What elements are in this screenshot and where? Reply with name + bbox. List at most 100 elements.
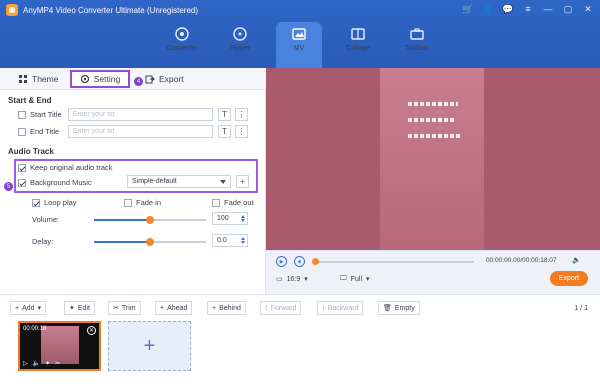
minimize-icon[interactable]: — bbox=[542, 3, 554, 15]
forward-button[interactable]: ⟨ Forward bbox=[260, 301, 302, 315]
background-music-row: Background Music bbox=[18, 178, 92, 187]
fade-in-row: Fade in bbox=[124, 198, 161, 207]
delay-slider[interactable] bbox=[94, 238, 206, 246]
music-select-value: Simple-default bbox=[132, 178, 177, 185]
nav-ripper[interactable]: Ripper bbox=[217, 22, 263, 66]
end-title-grid-button[interactable]: ⋮ bbox=[235, 125, 248, 138]
clip-play-icon[interactable]: ▷ bbox=[23, 360, 28, 367]
backward-button[interactable]: ⟩ Backward bbox=[317, 301, 364, 315]
clip-remove-icon[interactable]: ✕ bbox=[87, 326, 96, 335]
end-title-checkbox[interactable] bbox=[18, 127, 26, 136]
clip-audio-icon[interactable]: 🔈 bbox=[33, 360, 40, 367]
ahead-button[interactable]: + Ahead bbox=[155, 301, 193, 315]
monitor-icon: 🖵 bbox=[340, 275, 347, 282]
behind-icon: + bbox=[212, 304, 217, 312]
nav-collage[interactable]: Collage bbox=[335, 22, 381, 66]
close-icon[interactable]: ✕ bbox=[582, 3, 594, 15]
export-button[interactable]: Export bbox=[550, 271, 588, 286]
start-title-input[interactable]: Enter your txt bbox=[68, 108, 213, 121]
delay-spinner[interactable]: 0.0 bbox=[212, 234, 248, 247]
zoom-select[interactable]: 🖵 Full ▾ bbox=[340, 275, 370, 283]
nav-converter-label: Converter bbox=[166, 45, 198, 52]
add-button-label: Add bbox=[22, 304, 35, 312]
fade-in-checkbox[interactable] bbox=[124, 198, 132, 207]
trash-icon: 🗑 bbox=[383, 305, 392, 312]
volume-slider-knob[interactable] bbox=[146, 216, 154, 224]
maximize-icon[interactable]: ▢ bbox=[562, 3, 574, 15]
edit-button[interactable]: ✦ Edit bbox=[64, 301, 95, 315]
edit-button-label: Edit bbox=[77, 304, 90, 312]
delay-down-icon[interactable] bbox=[241, 241, 245, 244]
menu-icon[interactable]: ≡ bbox=[522, 3, 534, 15]
nav-toolbox[interactable]: Toolbox bbox=[394, 22, 440, 66]
tab-theme[interactable]: Theme bbox=[18, 70, 58, 88]
mv-icon bbox=[292, 28, 306, 40]
zoom-value: Full bbox=[350, 275, 363, 283]
delay-slider-knob[interactable] bbox=[146, 238, 154, 246]
bead-text-row-3 bbox=[408, 134, 460, 138]
volume-icon[interactable]: 🔈 bbox=[572, 256, 581, 264]
progress-knob[interactable] bbox=[312, 258, 319, 265]
volume-up-icon[interactable] bbox=[241, 215, 245, 218]
main-nav: Converter Ripper MV Collage Toolbox bbox=[0, 20, 600, 68]
start-title-font-button[interactable]: T bbox=[218, 108, 231, 121]
nav-mv[interactable]: MV bbox=[276, 22, 322, 68]
volume-spinner[interactable]: 100 bbox=[212, 212, 248, 225]
add-button[interactable]: + Add ▾ bbox=[10, 301, 47, 315]
keep-original-checkbox[interactable] bbox=[18, 163, 26, 172]
background-music-label: Background Music bbox=[30, 178, 92, 187]
nav-toolbox-label: Toolbox bbox=[404, 45, 430, 52]
progress-bar[interactable] bbox=[312, 258, 474, 265]
converter-icon bbox=[175, 27, 189, 41]
start-title-checkbox[interactable] bbox=[18, 110, 26, 119]
clip-effect-icon[interactable]: ✦ bbox=[45, 360, 50, 367]
add-music-button[interactable]: + bbox=[236, 175, 249, 188]
end-title-input[interactable]: Enter your txt bbox=[68, 125, 213, 138]
delay-up-icon[interactable] bbox=[241, 237, 245, 240]
cart-icon[interactable]: 🛒 bbox=[462, 3, 474, 15]
loop-play-checkbox[interactable] bbox=[32, 198, 40, 207]
ahead-icon: + bbox=[160, 304, 165, 312]
end-title-font-button[interactable]: T bbox=[218, 125, 231, 138]
nav-converter[interactable]: Converter bbox=[159, 22, 205, 66]
aspect-ratio-value: 16:9 bbox=[286, 275, 301, 283]
clip-thumbnail bbox=[41, 326, 79, 364]
behind-button[interactable]: + Behind bbox=[207, 301, 246, 315]
tab-setting[interactable]: Setting bbox=[70, 70, 130, 88]
clip-duration: 00:00:18 bbox=[23, 326, 47, 332]
background-music-checkbox[interactable] bbox=[18, 178, 26, 187]
backward-icon: ⟩ bbox=[322, 305, 325, 312]
app-logo-icon bbox=[6, 4, 18, 16]
tab-export[interactable]: Export bbox=[145, 70, 184, 88]
stop-icon[interactable]: ■ bbox=[294, 256, 305, 267]
toolbox-icon bbox=[410, 28, 424, 40]
start-title-grid-button[interactable]: ⋮ bbox=[235, 108, 248, 121]
delay-label: Delay: bbox=[32, 237, 54, 246]
forward-button-label: Forward bbox=[270, 304, 297, 312]
tab-export-label: Export bbox=[159, 74, 184, 84]
clip-cut-icon[interactable]: ✂ bbox=[55, 360, 60, 367]
nav-mv-label: MV bbox=[293, 45, 305, 52]
volume-value: 100 bbox=[217, 215, 229, 222]
user-icon[interactable]: 👤 bbox=[482, 3, 494, 15]
add-clip-placeholder[interactable]: + bbox=[108, 321, 191, 371]
app-title: AnyMP4 Video Converter Ultimate (Unregis… bbox=[23, 5, 199, 15]
music-select[interactable]: Simple-default bbox=[127, 175, 231, 188]
video-preview bbox=[266, 68, 600, 250]
chat-icon[interactable]: 💬 bbox=[502, 3, 514, 15]
fade-out-label: Fade out bbox=[224, 198, 254, 207]
empty-button[interactable]: 🗑 Empty bbox=[378, 301, 420, 315]
bead-text-row-2 bbox=[408, 118, 454, 122]
nav-collage-label: Collage bbox=[346, 45, 370, 52]
timeline-clip[interactable]: 00:00:18 ✕ ▷ 🔈 ✦ ✂ bbox=[18, 321, 101, 371]
fade-out-checkbox[interactable] bbox=[212, 198, 220, 207]
aspect-ratio-select[interactable]: ▭ 16:9 ▾ bbox=[276, 275, 308, 284]
trim-button[interactable]: ✂ Trim bbox=[108, 301, 141, 315]
chevron-down-icon bbox=[220, 180, 226, 184]
volume-slider[interactable] bbox=[94, 216, 206, 224]
ahead-button-label: Ahead bbox=[167, 304, 188, 312]
forward-icon: ⟨ bbox=[265, 305, 268, 312]
volume-down-icon[interactable] bbox=[241, 219, 245, 222]
play-icon[interactable]: ▶ bbox=[276, 256, 287, 267]
plus-icon: + bbox=[15, 304, 20, 312]
